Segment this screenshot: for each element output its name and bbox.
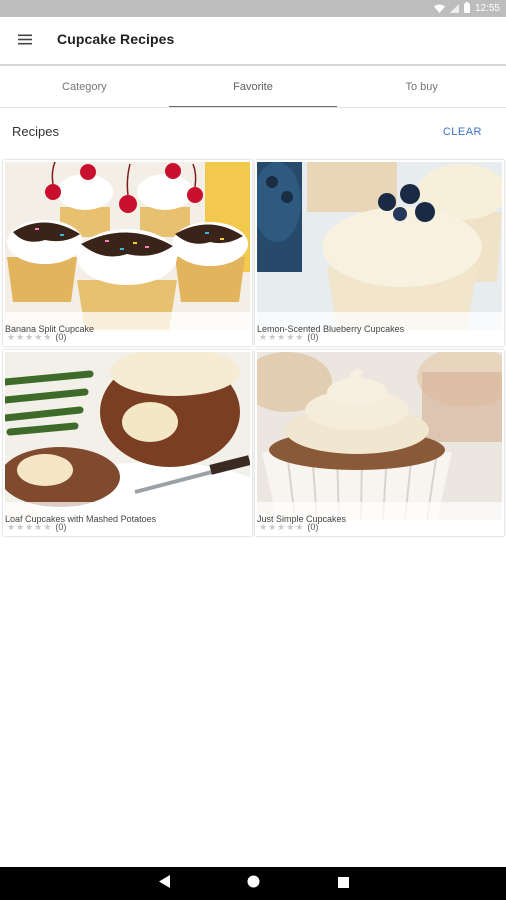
star-icon: ★ (43, 521, 52, 532)
star-icon: ★ (277, 521, 286, 532)
recipe-image (257, 162, 502, 330)
star-icon: ★ (286, 521, 295, 532)
star-icon: ★ (268, 521, 277, 532)
status-bar: 12:55 (0, 0, 506, 17)
back-triangle-icon (158, 875, 170, 893)
app-bar: Cupcake Recipes (0, 17, 506, 64)
tabs-divider (0, 107, 506, 108)
star-rating: ★ ★ ★ ★ ★ (0) (259, 330, 318, 344)
star-icon: ★ (268, 331, 277, 342)
rating-count: (0) (307, 332, 319, 342)
star-rating: ★ ★ ★ ★ ★ (0) (259, 520, 318, 534)
star-icon: ★ (16, 521, 25, 532)
rating-count: (0) (307, 522, 319, 532)
signal-icon (449, 0, 459, 18)
rating-count: (0) (55, 522, 67, 532)
star-icon: ★ (43, 331, 52, 342)
star-icon: ★ (295, 521, 304, 532)
recipe-card-loaf[interactable]: Loaf Cupcakes with Mashed Potatoes ★ ★ ★… (3, 350, 252, 536)
star-icon: ★ (259, 521, 268, 532)
home-circle-icon (247, 875, 260, 893)
star-icon: ★ (7, 521, 16, 532)
star-icon: ★ (295, 331, 304, 342)
rating-count: (0) (55, 332, 67, 342)
star-icon: ★ (7, 331, 16, 342)
star-icon: ★ (259, 331, 268, 342)
status-time: 12:55 (474, 3, 500, 14)
wifi-icon (433, 0, 445, 18)
hamburger-menu-icon (18, 32, 32, 50)
app-screen: 12:55 Cupcake Recipes Category Favorite … (0, 0, 506, 900)
recipe-card-blueberry[interactable]: Lemon-Scented Blueberry Cupcakes ★ ★ ★ ★… (255, 160, 504, 346)
page-title: Cupcake Recipes (57, 31, 175, 47)
star-icon: ★ (34, 521, 43, 532)
recipe-image (5, 352, 250, 520)
star-icon: ★ (286, 331, 295, 342)
recents-square-icon (337, 875, 349, 893)
clear-button[interactable]: CLEAR (443, 126, 482, 138)
tab-to-buy[interactable]: To buy (337, 66, 506, 108)
star-icon: ★ (25, 331, 34, 342)
back-button[interactable] (155, 875, 173, 893)
star-icon: ★ (277, 331, 286, 342)
status-icons: 12:55 (433, 0, 500, 18)
star-icon: ★ (34, 331, 43, 342)
home-button[interactable] (244, 875, 262, 893)
tab-bar: Category Favorite To buy (0, 66, 506, 108)
tab-favorite[interactable]: Favorite (168, 66, 338, 108)
recipe-image (257, 352, 502, 520)
recents-button[interactable] (334, 875, 352, 893)
menu-button[interactable] (12, 28, 38, 54)
recipe-card-just-simple[interactable]: Just Simple Cupcakes ★ ★ ★ ★ ★ (0) (255, 350, 504, 536)
star-icon: ★ (25, 521, 34, 532)
star-icon: ★ (16, 331, 25, 342)
recipe-card-banana-split[interactable]: Banana Split Cupcake ★ ★ ★ ★ ★ (0) (3, 160, 252, 346)
section-title: Recipes (12, 124, 59, 139)
star-rating: ★ ★ ★ ★ ★ (0) (7, 520, 66, 534)
recipe-image (5, 162, 250, 330)
tab-category[interactable]: Category (0, 66, 169, 108)
battery-icon (463, 0, 470, 18)
system-nav-bar (0, 867, 506, 900)
section-header: Recipes CLEAR (0, 118, 506, 148)
star-rating: ★ ★ ★ ★ ★ (0) (7, 330, 66, 344)
